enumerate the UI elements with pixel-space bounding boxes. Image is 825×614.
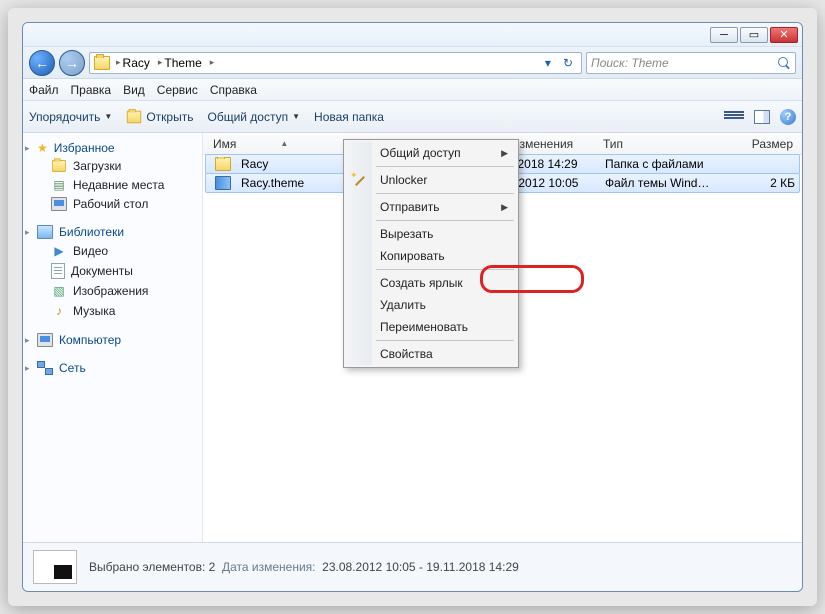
forward-button[interactable]: → <box>59 50 85 76</box>
share-button[interactable]: Общий доступ▼ <box>207 110 300 124</box>
titlebar: ─ ▭ ✕ <box>23 23 802 47</box>
search-placeholder: Поиск: Theme <box>591 56 669 70</box>
nav-desktop[interactable]: Рабочий стол <box>23 195 202 213</box>
folder-icon <box>94 56 110 70</box>
nav-computer[interactable]: Компьютер <box>23 331 202 349</box>
refresh-icon[interactable]: ↻ <box>559 56 577 70</box>
ctx-delete[interactable]: Удалить <box>346 294 516 316</box>
status-selected: Выбрано элементов: 2 <box>89 560 215 574</box>
menu-help[interactable]: Справка <box>210 83 257 97</box>
ctx-copy[interactable]: Копировать <box>346 245 516 267</box>
nav-downloads[interactable]: Загрузки <box>23 157 202 175</box>
ctx-rename[interactable]: Переименовать <box>346 316 516 338</box>
breadcrumb[interactable]: ▸Racy ▸Theme ▸ ▾ ↻ <box>89 52 582 74</box>
menu-edit[interactable]: Правка <box>71 83 112 97</box>
wand-icon <box>352 172 368 188</box>
nav-network[interactable]: Сеть <box>23 359 202 377</box>
nav-recent[interactable]: ▤Недавние места <box>23 175 202 195</box>
organize-button[interactable]: Упорядочить▼ <box>29 110 112 124</box>
menu-file[interactable]: Файл <box>29 83 59 97</box>
menu-view[interactable]: Вид <box>123 83 145 97</box>
menubar: Файл Правка Вид Сервис Справка <box>23 79 802 101</box>
minimize-button[interactable]: ─ <box>710 27 738 43</box>
file-list: Имя ▲ Дата изменения Тип Размер Racy 19.… <box>203 133 802 542</box>
close-button[interactable]: ✕ <box>770 27 798 43</box>
newfolder-button[interactable]: Новая папка <box>314 110 384 124</box>
address-bar: ← → ▸Racy ▸Theme ▸ ▾ ↻ Поиск: Theme <box>23 47 802 79</box>
explorer-window: ─ ▭ ✕ ← → ▸Racy ▸Theme ▸ ▾ ↻ Поиск: Them… <box>22 22 803 592</box>
crumb-1[interactable]: Racy <box>123 56 150 70</box>
context-menu: Общий доступ▶ Unlocker Отправить▶ Выреза… <box>343 139 519 368</box>
ctx-share[interactable]: Общий доступ▶ <box>346 142 516 164</box>
nav-pictures[interactable]: ▧Изображения <box>23 281 202 301</box>
ctx-shortcut[interactable]: Создать ярлык <box>346 272 516 294</box>
folder-icon <box>215 157 231 171</box>
menu-tools[interactable]: Сервис <box>157 83 198 97</box>
back-button[interactable]: ← <box>29 50 55 76</box>
ctx-unlocker[interactable]: Unlocker <box>346 169 516 191</box>
nav-videos[interactable]: ▶Видео <box>23 241 202 261</box>
help-icon[interactable]: ? <box>780 109 796 125</box>
nav-music[interactable]: ♪Музыка <box>23 301 202 321</box>
crumb-2[interactable]: Theme <box>164 56 201 70</box>
maximize-button[interactable]: ▭ <box>740 27 768 43</box>
theme-file-icon <box>215 176 231 190</box>
dropdown-icon[interactable]: ▾ <box>541 56 555 70</box>
toolbar: Упорядочить▼ Открыть Общий доступ▼ Новая… <box>23 101 802 133</box>
navigation-pane: ★Избранное Загрузки ▤Недавние места Рабо… <box>23 133 203 542</box>
search-icon <box>777 56 791 70</box>
nav-libraries[interactable]: Библиотеки <box>23 223 202 241</box>
selection-thumbnail-icon <box>33 550 77 584</box>
status-date-label: Дата изменения: <box>222 560 316 574</box>
ctx-cut[interactable]: Вырезать <box>346 223 516 245</box>
ctx-properties[interactable]: Свойства <box>346 343 516 365</box>
status-bar: Выбрано элементов: 2 Дата изменения: 23.… <box>23 543 802 591</box>
open-button[interactable]: Открыть <box>126 110 193 124</box>
search-input[interactable]: Поиск: Theme <box>586 52 796 74</box>
preview-pane-button[interactable] <box>754 110 770 124</box>
status-date-value: 23.08.2012 10:05 - 19.11.2018 14:29 <box>322 560 519 574</box>
nav-documents[interactable]: Документы <box>23 261 202 281</box>
nav-favorites[interactable]: ★Избранное <box>23 139 202 157</box>
ctx-sendto[interactable]: Отправить▶ <box>346 196 516 218</box>
view-button[interactable] <box>724 110 744 124</box>
